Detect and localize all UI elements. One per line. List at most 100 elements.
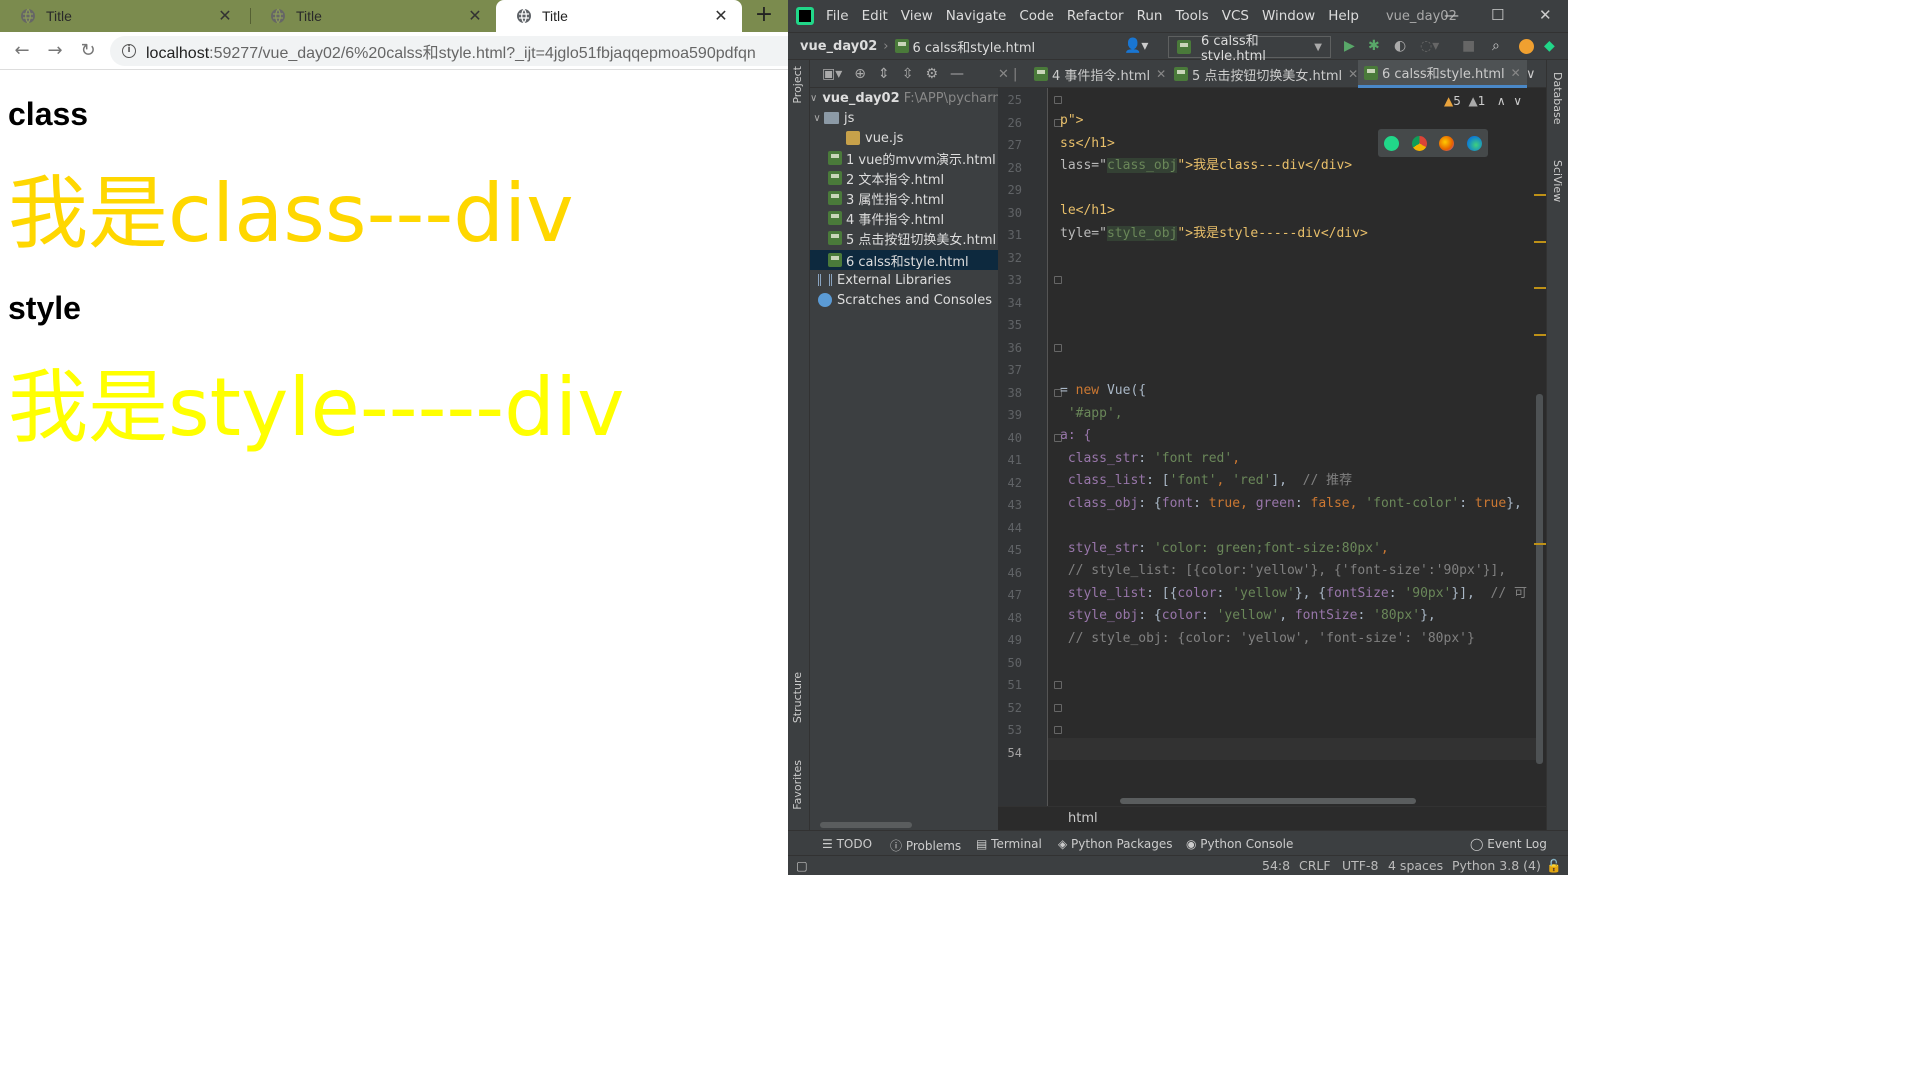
- python-console-tool-button[interactable]: ◉ Python Console: [1186, 837, 1293, 851]
- tree-folder-js[interactable]: ∨ js: [810, 108, 998, 128]
- python-interpreter[interactable]: Python 3.8 (4): [1452, 858, 1541, 873]
- indent-setting[interactable]: 4 spaces: [1388, 858, 1443, 873]
- warning-marker[interactable]: [1534, 543, 1546, 545]
- menu-refactor[interactable]: Refactor: [1067, 8, 1124, 24]
- toggle-panels-icon[interactable]: ▢: [796, 858, 808, 873]
- close-tab-icon[interactable]: ✕: [464, 6, 486, 26]
- file-encoding[interactable]: UTF-8: [1342, 858, 1378, 873]
- reload-icon[interactable]: ↻: [76, 39, 100, 63]
- lock-icon[interactable]: 🔓: [1546, 858, 1562, 874]
- run-icon[interactable]: ▶: [1344, 38, 1355, 54]
- info-icon[interactable]: i: [122, 44, 136, 58]
- close-tab-icon[interactable]: ✕: [1348, 67, 1358, 81]
- close-tab-icon[interactable]: ✕: [1511, 66, 1521, 80]
- structure-tool-tab[interactable]: Structure: [791, 672, 804, 723]
- locate-icon[interactable]: ⊕: [854, 66, 866, 82]
- hide-icon[interactable]: —: [950, 66, 964, 82]
- collapse-all-icon[interactable]: ⇳: [902, 66, 914, 82]
- warning-marker[interactable]: [1534, 241, 1546, 243]
- menu-file[interactable]: File: [826, 8, 849, 24]
- editor-tab-5[interactable]: 5 点击按钮切换美女.html ✕: [1174, 60, 1358, 88]
- menu-tools[interactable]: Tools: [1175, 8, 1208, 24]
- tree-file-5[interactable]: 5 点击按钮切换美女.html: [810, 228, 998, 248]
- favorites-tool-tab[interactable]: Favorites: [791, 760, 804, 810]
- stop-icon[interactable]: ■: [1462, 38, 1475, 54]
- close-tab-icon[interactable]: ✕: [214, 6, 236, 26]
- line-separator[interactable]: CRLF: [1299, 858, 1331, 873]
- menu-window[interactable]: Window: [1262, 8, 1315, 24]
- update-icon[interactable]: [1519, 39, 1534, 54]
- minimize-icon[interactable]: —: [1444, 6, 1459, 24]
- menu-edit[interactable]: Edit: [862, 8, 888, 24]
- debug-icon[interactable]: ✱: [1368, 38, 1380, 54]
- new-tab-button[interactable]: +: [752, 2, 776, 30]
- menu-code[interactable]: Code: [1019, 8, 1054, 24]
- browser-tab-1[interactable]: Title ✕: [0, 0, 246, 32]
- url-text[interactable]: localhost:59277/vue_day02/6%20calss和styl…: [146, 39, 756, 63]
- editor-vertical-scrollbar[interactable]: [1536, 394, 1543, 764]
- line-number: 31: [1007, 228, 1022, 242]
- editor-tab-4[interactable]: 4 事件指令.html ✕: [1034, 60, 1166, 88]
- run-configuration-select[interactable]: 6 calss和style.html ▼: [1168, 34, 1331, 64]
- edge-icon[interactable]: [1466, 135, 1482, 151]
- forward-arrow-icon[interactable]: →: [43, 39, 67, 63]
- sciview-tool-tab[interactable]: SciView: [1551, 160, 1564, 202]
- menu-view[interactable]: View: [901, 8, 933, 24]
- tree-file-6-selected[interactable]: 6 calss和style.html: [810, 250, 998, 270]
- pycharm-browser-icon[interactable]: [1384, 135, 1400, 151]
- close-window-icon[interactable]: ✕: [1539, 6, 1552, 24]
- todo-tool-button[interactable]: ☰ TODO: [822, 837, 872, 851]
- menu-navigate[interactable]: Navigate: [946, 8, 1007, 24]
- editor-tab-6-active[interactable]: 6 calss和style.html ✕: [1358, 60, 1527, 88]
- gear-icon[interactable]: ⚙: [925, 66, 938, 82]
- editor-horizontal-scrollbar[interactable]: [1120, 798, 1416, 804]
- maximize-icon[interactable]: ☐: [1491, 6, 1504, 24]
- warning-marker[interactable]: [1534, 287, 1546, 289]
- inspection-widget[interactable]: ▲5 ▲1 ∧ ∨: [1444, 94, 1522, 108]
- chrome-icon[interactable]: [1411, 135, 1427, 151]
- menu-help[interactable]: Help: [1328, 8, 1359, 24]
- tree-external-libraries[interactable]: External Libraries: [810, 270, 998, 290]
- nav-file[interactable]: 6 calss和style.html: [913, 37, 1036, 56]
- view-mode-icon[interactable]: ▣▾: [822, 66, 842, 82]
- warning-marker[interactable]: [1534, 334, 1546, 336]
- tree-file-3[interactable]: 3 属性指令.html: [810, 188, 998, 208]
- nav-project[interactable]: vue_day02: [800, 39, 877, 54]
- event-log-tool-button[interactable]: ◯ Event Log: [1470, 837, 1547, 851]
- database-tool-tab[interactable]: Database: [1551, 72, 1564, 125]
- project-scrollbar[interactable]: [820, 822, 912, 828]
- problems-tool-button[interactable]: ⓘ Problems: [890, 837, 961, 854]
- expand-all-icon[interactable]: ⇕: [878, 66, 890, 82]
- breadcrumb-html[interactable]: html: [1068, 811, 1098, 826]
- chevron-up-icon[interactable]: ∧: [1497, 94, 1506, 108]
- code-editor[interactable]: p"> ss</h1> lass="class_obj">我是class---d…: [1060, 88, 1538, 806]
- browser-tab-3-active[interactable]: Title ✕: [496, 0, 742, 32]
- tree-scratches[interactable]: Scratches and Consoles: [810, 290, 998, 310]
- tab-overflow[interactable]: ✕ |: [998, 60, 1017, 88]
- warning-marker[interactable]: [1534, 194, 1546, 196]
- menu-run[interactable]: Run: [1137, 8, 1163, 24]
- plugin-icon[interactable]: ◆: [1544, 38, 1555, 54]
- chevron-down-icon[interactable]: ∨: [1513, 94, 1522, 108]
- caret-position[interactable]: 54:8: [1262, 858, 1290, 873]
- coverage-icon[interactable]: ◐: [1394, 38, 1406, 54]
- tree-file-1[interactable]: 1 vue的mvvm演示.html: [810, 148, 998, 168]
- profile-icon[interactable]: ◌▾: [1420, 38, 1439, 54]
- back-arrow-icon[interactable]: ←: [10, 39, 34, 63]
- close-tab-icon[interactable]: ✕: [710, 6, 732, 26]
- terminal-tool-button[interactable]: ▤ Terminal: [976, 837, 1042, 851]
- search-icon[interactable]: ⌕: [1492, 38, 1500, 54]
- close-tab-icon[interactable]: ✕: [1156, 67, 1166, 81]
- tree-file-4[interactable]: 4 事件指令.html: [810, 208, 998, 228]
- menu-vcs[interactable]: VCS: [1222, 8, 1249, 24]
- tree-file-vuejs[interactable]: vue.js: [810, 128, 998, 148]
- tree-root[interactable]: ∨ vue_day02 F:\APP\pycharm: [810, 88, 998, 108]
- tree-file-2[interactable]: 2 文本指令.html: [810, 168, 998, 188]
- address-bar[interactable]: i localhost:59277/vue_day02/6%20calss和st…: [110, 36, 790, 66]
- firefox-icon[interactable]: [1439, 135, 1455, 151]
- user-icon[interactable]: 👤▾: [1124, 38, 1148, 54]
- tab-list-chevron-icon[interactable]: ∨: [1526, 60, 1536, 88]
- browser-tab-2[interactable]: Title ✕: [250, 0, 496, 32]
- project-tool-tab[interactable]: Project: [791, 66, 804, 104]
- python-packages-tool-button[interactable]: ◈ Python Packages: [1058, 837, 1172, 851]
